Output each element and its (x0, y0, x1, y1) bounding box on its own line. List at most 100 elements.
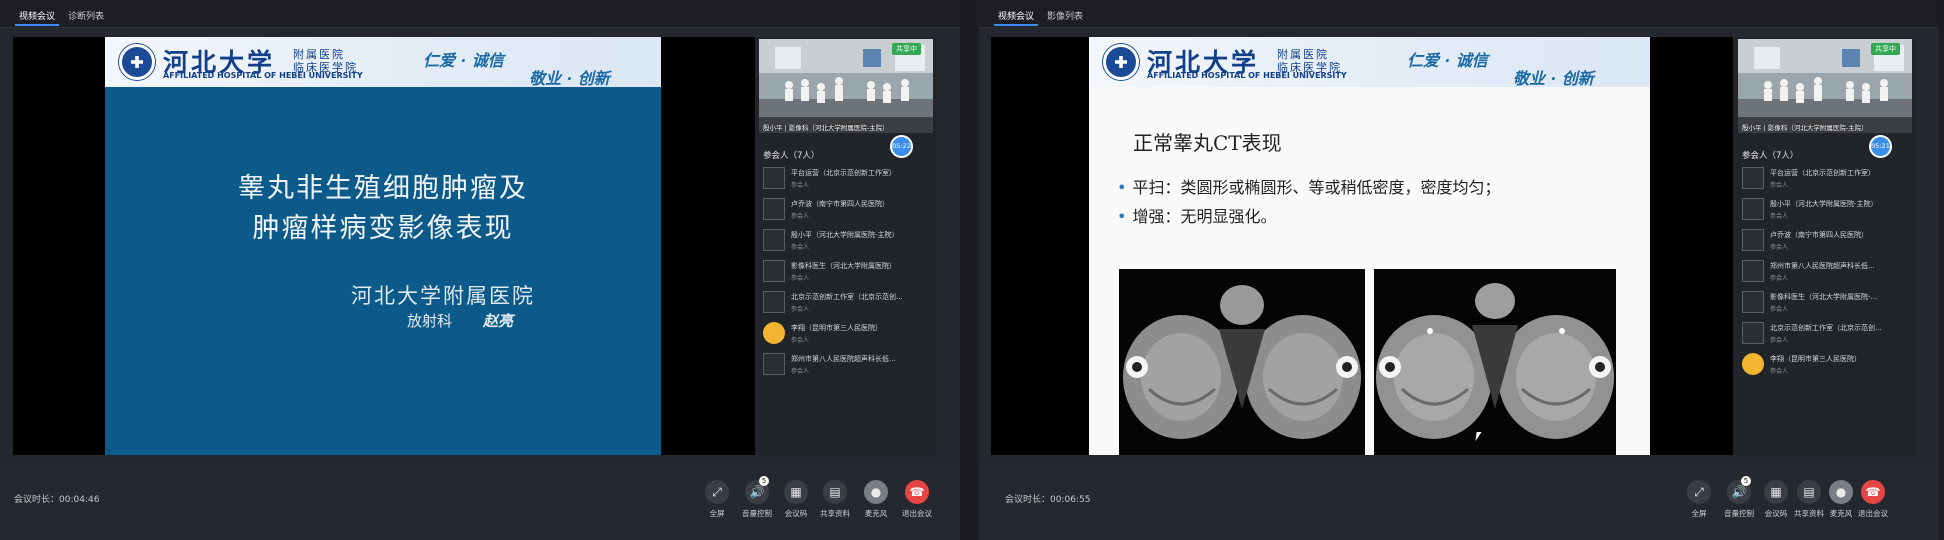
avatar (1742, 229, 1764, 251)
volume-control-button[interactable]: 🔊 5 音量控制 (737, 476, 777, 524)
motto-1: 仁爱 · 诚信 (1407, 51, 1488, 70)
participant-name: 郑州市第八人民医院超声科长低... (791, 355, 896, 363)
participant-role: 参会人 (1770, 306, 1789, 313)
leave-meeting-button[interactable]: ☎ 退出会议 (1853, 480, 1893, 524)
participant-name: 平台运营（北京示范创新工作室） (791, 169, 896, 177)
tab-diagnosis-list[interactable]: 诊断列表 (64, 7, 108, 24)
participant-name: 卢乔波（南宁市第四人民医院） (791, 200, 889, 208)
participant-item[interactable]: 影像科医生（河北大学附属医院） 参会人 (763, 256, 933, 287)
participant-name: 卢乔波（南宁市第四人民医院） (1770, 231, 1868, 239)
participant-name: 北京示范创新工作室（北京示范创... (1770, 324, 1882, 332)
avatar (763, 353, 785, 375)
screenshot-stage: 视频会议 诊断列表 河北大学 附属医院 临床医学院 AFFILIATED HOS… (0, 0, 1944, 540)
participant-item[interactable]: 李翔（昆明市第三人民医院） 参会人 (763, 318, 933, 349)
bullet-text: 增强：无明显强化。 (1132, 207, 1277, 226)
speaking-timer: 05:21 (1869, 135, 1892, 158)
motto-2: 敬业 · 创新 (529, 69, 610, 88)
microphone-button[interactable]: ● 麦克风 (856, 480, 896, 524)
participant-role: 参会人 (1770, 275, 1789, 282)
participant-panel: 共享中 殷小平 | 影像科（河北大学附属医院-主院） 05:22 参会人（7人）… (755, 37, 937, 455)
leave-meeting-button[interactable]: ☎ 退出会议 (897, 480, 937, 524)
slide-title-line-1: 睾丸非生殖细胞肿瘤及 (238, 173, 528, 204)
ct-scan-image (1119, 269, 1365, 455)
avatar (763, 291, 785, 313)
participant-name: 郑州市第八人民医院超声科长低... (1770, 262, 1875, 270)
participant-item[interactable]: 郑州市第八人民医院超声科长低... 参会人 (763, 349, 933, 380)
motto-1: 仁爱 · 诚信 (423, 51, 504, 70)
participant-item[interactable]: 殷小平（河北大学附属医院-主院） 参会人 (763, 225, 933, 256)
bullet-enhanced-scan: • 增强：无明显强化。 (1117, 203, 1276, 227)
volume-badge: 5 (759, 476, 769, 486)
bullet-plain-scan: • 平扫：类圆形或椭圆形、等或稍低密度，密度均匀； (1117, 174, 1500, 198)
ct-image-enhanced (1374, 269, 1616, 455)
participant-role: 参会人 (1770, 368, 1789, 375)
participant-role: 参会人 (791, 368, 810, 375)
speaker-video-thumbnail[interactable]: 共享中 殷小平 | 影像科（河北大学附属医院-主院） (759, 39, 933, 133)
document-icon: ▤ (1797, 480, 1821, 504)
hospital-english: AFFILIATED HOSPITAL OF HEBEI UNIVERSITY (1147, 71, 1347, 80)
participant-item[interactable]: 北京示范创新工作室（北京示范创... 参会人 (1742, 318, 1912, 349)
participant-item[interactable]: 殷小平（河北大学附属医院-主院） 参会人 (1742, 194, 1912, 225)
content-slide: 河北大学 附属医院 临床医学院 AFFILIATED HOSPITAL OF H… (1089, 37, 1650, 455)
participants-header: 参会人（7人） (1742, 151, 1799, 161)
ct-scan-image (1374, 269, 1616, 455)
meeting-window-2: 视频会议 影像列表 河北大学 附属医院 临床医学院 AFFILIATED HOS… (979, 0, 1939, 540)
fullscreen-button[interactable]: ⤢ 全屏 (697, 480, 737, 524)
volume-control-button[interactable]: 🔊 5 音量控制 (1719, 476, 1759, 524)
slide-title-line-2: 肿瘤样病变影像表现 (252, 213, 514, 244)
shared-screen: 河北大学 附属医院 临床医学院 AFFILIATED HOSPITAL OF H… (991, 37, 1733, 455)
bullet-dot-icon: • (1117, 207, 1127, 226)
hospital-logo (119, 44, 155, 80)
participant-role: 参会人 (1770, 213, 1789, 220)
participant-name: 影像科医生（河北大学附属医院） (791, 262, 896, 270)
participant-list: 平台运营（北京示范创新工作室） 参会人 卢乔波（南宁市第四人民医院） 参会人 殷小平… (763, 163, 933, 380)
participant-name: 殷小平（河北大学附属医院-主院） (1770, 200, 1878, 208)
slide-hospital: 河北大学附属医院 (351, 284, 535, 308)
slide-title: 睾丸非生殖细胞肿瘤及 肿瘤样病变影像表现 (105, 169, 661, 249)
participant-role: 参会人 (1770, 244, 1789, 251)
hospital-english: AFFILIATED HOSPITAL OF HEBEI UNIVERSITY (163, 71, 363, 80)
qrcode-icon: ▦ (784, 480, 808, 504)
avatar (763, 229, 785, 251)
document-icon: ▤ (823, 480, 847, 504)
participant-name: 殷小平（河北大学附属医院-主院） (791, 231, 899, 239)
participant-item[interactable]: 郑州市第八人民医院超声科长低... 参会人 (1742, 256, 1912, 287)
hangup-icon: ☎ (1861, 480, 1885, 504)
tab-image-list[interactable]: 影像列表 (1043, 7, 1087, 24)
tab-video-meeting[interactable]: 视频会议 (994, 7, 1039, 26)
participant-item[interactable]: 李翔（昆明市第三人民医院） 参会人 (1742, 349, 1912, 380)
participant-role: 参会人 (1770, 337, 1789, 344)
window-divider (960, 0, 979, 540)
avatar (763, 260, 785, 282)
participant-role: 参会人 (791, 213, 810, 220)
participant-item[interactable]: 平台运营（北京示范创新工作室） 参会人 (763, 163, 933, 194)
emoji-avatar (1742, 353, 1764, 375)
fullscreen-button[interactable]: ⤢ 全屏 (1679, 480, 1719, 524)
share-material-button[interactable]: ▤ 共享资料 (815, 480, 855, 524)
slide-presenter: 赵亮 (483, 312, 514, 330)
participant-name: 影像科医生（河北大学附属医院-... (1770, 293, 1878, 301)
speaker-name: 殷小平 | 影像科（河北大学附属医院-主院） (763, 124, 889, 132)
avatar (1742, 260, 1764, 282)
participants-header: 参会人（7人） (763, 151, 820, 161)
participant-name: 北京示范创新工作室（北京示范创... (791, 293, 903, 301)
tab-bar: 视频会议 影像列表 (979, 0, 1939, 28)
bullet-dot-icon: • (1117, 178, 1127, 197)
slide-header: 河北大学 附属医院 临床医学院 AFFILIATED HOSPITAL OF H… (105, 37, 661, 88)
avatar (1742, 198, 1764, 220)
participant-item[interactable]: 卢乔波（南宁市第四人民医院） 参会人 (1742, 225, 1912, 256)
participant-item[interactable]: 平台运营（北京示范创新工作室） 参会人 (1742, 163, 1912, 194)
slide-department: 放射科 (407, 312, 453, 330)
participant-item[interactable]: 影像科医生（河北大学附属医院-... 参会人 (1742, 287, 1912, 318)
tab-video-meeting[interactable]: 视频会议 (15, 7, 60, 26)
speaker-video-thumbnail[interactable]: 共享中 殷小平 | 影像科（河北大学附属医院-主院） (1738, 39, 1912, 133)
slide-title: 正常睾丸CT表现 (1133, 131, 1282, 155)
tab-bar: 视频会议 诊断列表 (0, 0, 960, 28)
meeting-code-button[interactable]: ▦ 会议码 (776, 480, 816, 524)
slide-header: 河北大学 附属医院 临床医学院 AFFILIATED HOSPITAL OF H… (1089, 37, 1650, 88)
participant-item[interactable]: 卢乔波（南宁市第四人民医院） 参会人 (763, 194, 933, 225)
bullet-text: 平扫：类圆形或椭圆形、等或稍低密度，密度均匀； (1132, 178, 1501, 197)
hospital-logo (1103, 44, 1139, 80)
participant-item[interactable]: 北京示范创新工作室（北京示范创... 参会人 (763, 287, 933, 318)
avatar (1742, 167, 1764, 189)
